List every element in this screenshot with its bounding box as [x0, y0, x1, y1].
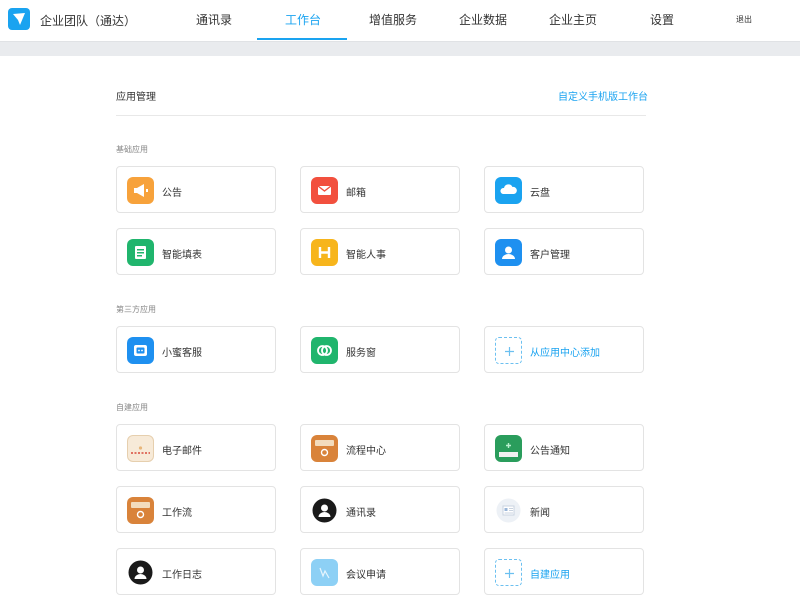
app-label: 流程中心 — [346, 446, 386, 457]
create-custom-app-button[interactable]: 自建应用 — [484, 548, 644, 595]
group-label-custom: 自建应用 — [116, 403, 148, 412]
app-card-customer-management[interactable]: 客户管理 — [484, 228, 644, 275]
app-card-cloud-drive[interactable]: 云盘 — [484, 166, 644, 213]
worklog-icon — [127, 559, 154, 586]
nav-workbench[interactable]: 工作台 — [285, 11, 321, 28]
service-bot-icon — [127, 337, 154, 364]
service-window-icon — [311, 337, 338, 364]
app-card-service-window[interactable]: 服务窗 — [300, 326, 460, 373]
app-card-smart-form[interactable]: 智能填表 — [116, 228, 276, 275]
app-label: 公告通知 — [530, 446, 570, 457]
plus-icon — [495, 559, 522, 586]
app-logo-icon[interactable] — [8, 8, 30, 30]
app-card-news[interactable]: 新闻 — [484, 486, 644, 533]
mail-icon — [311, 177, 338, 204]
app-card-xiaomi-service[interactable]: 小蜜客服 — [116, 326, 276, 373]
nav-value-added[interactable]: 增值服务 — [369, 11, 417, 28]
app-label: 会议申请 — [346, 570, 386, 581]
nav-settings[interactable]: 设置 — [650, 11, 674, 28]
megaphone-icon — [127, 177, 154, 204]
logout-link[interactable]: 退出 — [736, 14, 752, 25]
envelope-icon — [127, 435, 154, 462]
top-navbar: 企业团队（通达） 通讯录 工作台 增值服务 企业数据 企业主页 设置 退出 — [0, 0, 800, 41]
app-card-process-center[interactable]: 流程中心 — [300, 424, 460, 471]
app-card-meeting-request[interactable]: 会议申请 — [300, 548, 460, 595]
active-tab-indicator — [257, 38, 347, 40]
app-label: 工作流 — [162, 508, 192, 519]
app-card-email[interactable]: 电子邮件 — [116, 424, 276, 471]
news-icon — [495, 497, 522, 524]
customize-mobile-workbench-link[interactable]: 自定义手机版工作台 — [558, 88, 648, 103]
form-icon — [127, 239, 154, 266]
customer-icon — [495, 239, 522, 266]
app-card-notice[interactable]: 公告通知 — [484, 424, 644, 471]
flow-icon — [311, 435, 338, 462]
app-label: 云盘 — [530, 188, 550, 199]
plus-icon — [495, 337, 522, 364]
workflow-icon — [127, 497, 154, 524]
app-label: 电子邮件 — [162, 446, 202, 457]
nav-enterprise-home[interactable]: 企业主页 — [549, 11, 597, 28]
app-label: 客户管理 — [530, 250, 570, 261]
add-from-app-center-button[interactable]: 从应用中心添加 — [484, 326, 644, 373]
app-label: 新闻 — [530, 508, 550, 519]
add-label: 自建应用 — [530, 570, 570, 581]
contacts-icon — [311, 497, 338, 524]
add-label: 从应用中心添加 — [530, 348, 600, 359]
notice-icon — [495, 435, 522, 462]
header-separator — [0, 41, 800, 57]
group-label-third-party: 第三方应用 — [116, 305, 156, 314]
app-label: 通讯录 — [346, 508, 376, 519]
app-label: 智能填表 — [162, 250, 202, 261]
app-label: 小蜜客服 — [162, 348, 202, 359]
page-title: 应用管理 — [116, 92, 156, 103]
nav-enterprise-data[interactable]: 企业数据 — [459, 11, 507, 28]
app-card-announcement[interactable]: 公告 — [116, 166, 276, 213]
company-name[interactable]: 企业团队（通达） — [40, 12, 136, 29]
hr-icon — [311, 239, 338, 266]
app-label: 服务窗 — [346, 348, 376, 359]
app-card-mail[interactable]: 邮箱 — [300, 166, 460, 213]
app-label: 公告 — [162, 188, 182, 199]
app-card-smart-hr[interactable]: 智能人事 — [300, 228, 460, 275]
cloud-icon — [495, 177, 522, 204]
app-label: 工作日志 — [162, 570, 202, 581]
app-card-workflow[interactable]: 工作流 — [116, 486, 276, 533]
app-label: 智能人事 — [346, 250, 386, 261]
nav-contacts[interactable]: 通讯录 — [196, 11, 232, 28]
divider — [116, 115, 646, 116]
app-card-work-log[interactable]: 工作日志 — [116, 548, 276, 595]
app-label: 邮箱 — [346, 188, 366, 199]
group-label-basic: 基础应用 — [116, 145, 148, 154]
app-card-contacts[interactable]: 通讯录 — [300, 486, 460, 533]
meeting-icon — [311, 559, 338, 586]
